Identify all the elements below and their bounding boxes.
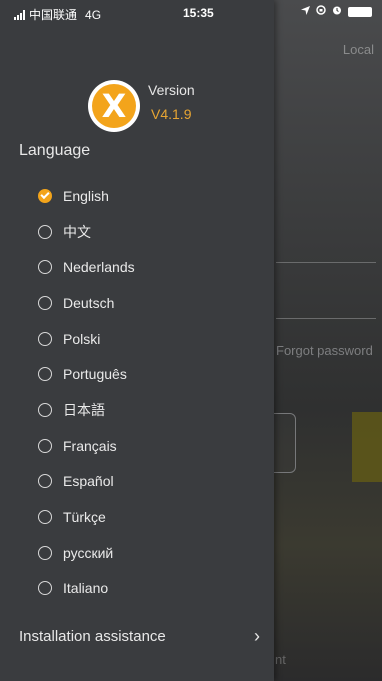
language-option-french[interactable]: Français xyxy=(38,428,268,464)
local-label[interactable]: Local xyxy=(343,42,374,57)
carrier-info: 中国联通 4G xyxy=(14,6,101,23)
carrier-name: 中国联通 xyxy=(29,8,78,22)
language-label: Türkçe xyxy=(63,509,106,526)
language-label: Português xyxy=(63,366,127,383)
language-label: Polski xyxy=(63,330,101,347)
language-label: Français xyxy=(63,437,117,454)
language-label: русский xyxy=(63,544,114,561)
background-image-fragment xyxy=(352,412,382,482)
language-option-japanese[interactable]: 日本語 xyxy=(38,392,268,428)
status-time: 15:35 xyxy=(183,6,214,20)
app-logo: X xyxy=(88,80,140,132)
installation-assistance-item[interactable]: Installation assistance › xyxy=(0,620,274,652)
rotation-lock-icon xyxy=(316,5,326,18)
installation-assistance-label: Installation assistance xyxy=(19,627,166,645)
status-icons xyxy=(301,5,372,18)
input-underline xyxy=(276,318,376,319)
language-option-turkish[interactable]: Türkçe xyxy=(38,499,268,535)
radio-icon xyxy=(38,331,52,346)
language-label: Nederlands xyxy=(63,259,135,276)
language-label: Italiano xyxy=(63,580,109,597)
language-list: English 中文 Nederlands Deutsch Polski Por… xyxy=(38,178,268,606)
language-option-russian[interactable]: русский xyxy=(38,535,268,571)
radio-icon xyxy=(38,438,52,453)
radio-icon xyxy=(38,367,52,382)
background-bottom-text: nt xyxy=(275,652,286,667)
version-label: Version xyxy=(148,82,195,98)
version-value: V4.1.9 xyxy=(151,106,192,122)
battery-icon xyxy=(348,6,372,17)
radio-icon xyxy=(38,581,52,596)
side-drawer: X Version V4.1.9 Language English 中文 Ned… xyxy=(0,0,274,681)
language-label: Español xyxy=(63,473,114,490)
radio-icon xyxy=(38,545,52,560)
language-label: 日本語 xyxy=(63,401,105,418)
language-label: 中文 xyxy=(63,223,91,240)
language-label: English xyxy=(63,187,109,204)
radio-icon xyxy=(38,295,52,310)
radio-checked-icon xyxy=(38,188,52,203)
network-type: 4G xyxy=(85,7,102,22)
x-logo-icon: X xyxy=(92,84,136,128)
language-option-spanish[interactable]: Español xyxy=(38,464,268,500)
language-option-polish[interactable]: Polski xyxy=(38,321,268,357)
alarm-icon xyxy=(332,5,342,18)
language-option-german[interactable]: Deutsch xyxy=(38,285,268,321)
language-option-portuguese[interactable]: Português xyxy=(38,356,268,392)
language-option-english[interactable]: English xyxy=(38,178,268,214)
chevron-right-icon: › xyxy=(254,625,260,646)
radio-icon xyxy=(38,474,52,489)
radio-icon xyxy=(38,224,52,239)
language-option-italian[interactable]: Italiano xyxy=(38,571,268,607)
signal-icon xyxy=(14,9,25,20)
language-option-chinese[interactable]: 中文 xyxy=(38,214,268,250)
location-arrow-icon xyxy=(301,5,310,18)
forgot-password-link[interactable]: Forgot password xyxy=(276,343,373,358)
radio-icon xyxy=(38,260,52,275)
input-underline xyxy=(276,262,376,263)
status-bar: 中国联通 4G 15:35 xyxy=(0,0,382,22)
radio-icon xyxy=(38,510,52,525)
radio-icon xyxy=(38,402,52,417)
language-label: Deutsch xyxy=(63,294,115,311)
language-option-dutch[interactable]: Nederlands xyxy=(38,249,268,285)
language-title: Language xyxy=(19,142,91,159)
